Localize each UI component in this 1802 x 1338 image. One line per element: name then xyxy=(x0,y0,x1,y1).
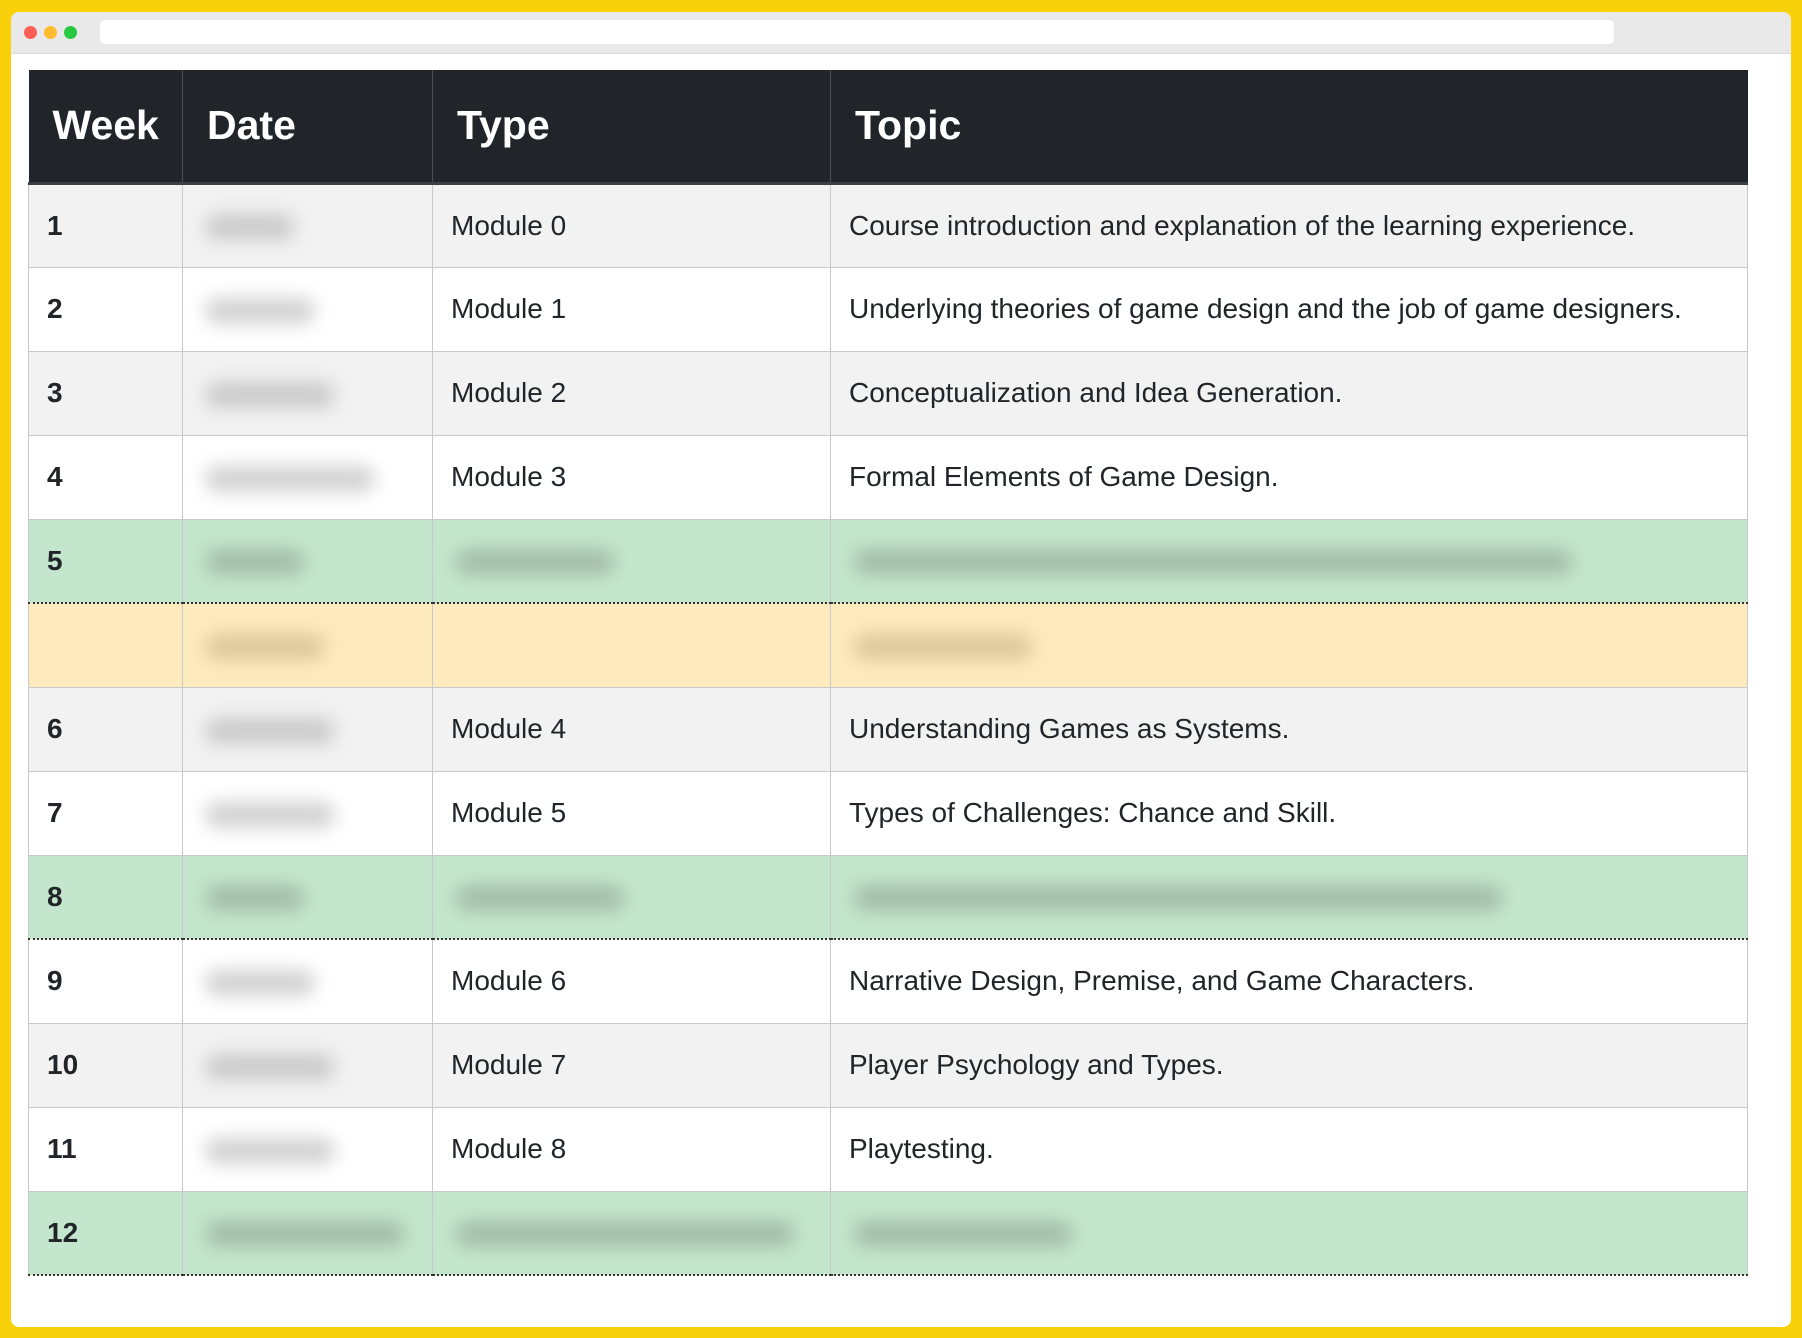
table-row: 11 Module 8 Playtesting. xyxy=(28,1106,1748,1192)
topic-cell: Formal Elements of Game Design. xyxy=(830,434,1748,520)
week-cell: 12 xyxy=(28,1190,183,1276)
date-cell-redacted xyxy=(182,434,433,520)
table-row-highlighted: 5 xyxy=(28,518,1748,604)
date-cell-redacted xyxy=(182,938,433,1024)
schedule-content: Week Date Type Topic 1 Module 0 Course i… xyxy=(28,70,1748,1276)
table-row: 7 Module 5 Types of Challenges: Chance a… xyxy=(28,770,1748,856)
topic-cell: Underlying theories of game design and t… xyxy=(830,266,1748,352)
table-body: 1 Module 0 Course introduction and expla… xyxy=(28,182,1748,1276)
table-row: 6 Module 4 Understanding Games as System… xyxy=(28,686,1748,772)
table-header: Week Date Type Topic xyxy=(28,70,1748,185)
header-topic: Topic xyxy=(830,70,1748,185)
close-window-button[interactable] xyxy=(24,26,37,39)
type-cell: Module 2 xyxy=(432,350,831,436)
week-cell: 7 xyxy=(28,770,183,856)
date-cell-redacted xyxy=(182,1190,433,1276)
table-row: 3 Module 2 Conceptualization and Idea Ge… xyxy=(28,350,1748,436)
table-row-highlighted: 12 xyxy=(28,1190,1748,1276)
type-cell: Module 5 xyxy=(432,770,831,856)
week-cell: 5 xyxy=(28,518,183,604)
date-cell-redacted xyxy=(182,854,433,940)
date-cell-redacted xyxy=(182,266,433,352)
topic-cell: Conceptualization and Idea Generation. xyxy=(830,350,1748,436)
header-date: Date xyxy=(182,70,433,185)
topic-cell: Playtesting. xyxy=(830,1106,1748,1192)
type-cell: Module 4 xyxy=(432,686,831,772)
type-cell: Module 0 xyxy=(432,182,831,268)
topic-cell-redacted xyxy=(830,518,1748,604)
type-cell-redacted xyxy=(432,518,831,604)
table-row: 9 Module 6 Narrative Design, Premise, an… xyxy=(28,938,1748,1024)
week-cell: 4 xyxy=(28,434,183,520)
week-cell: 10 xyxy=(28,1022,183,1108)
topic-cell: Narrative Design, Premise, and Game Char… xyxy=(830,938,1748,1024)
topic-cell: Course introduction and explanation of t… xyxy=(830,182,1748,268)
table-row-highlighted: 8 xyxy=(28,854,1748,940)
header-type: Type xyxy=(432,70,831,185)
date-cell-redacted xyxy=(182,518,433,604)
week-cell: 2 xyxy=(28,266,183,352)
week-cell: 11 xyxy=(28,1106,183,1192)
date-cell-redacted xyxy=(182,686,433,772)
type-cell: Module 1 xyxy=(432,266,831,352)
zoom-window-button[interactable] xyxy=(64,26,77,39)
type-cell: Module 3 xyxy=(432,434,831,520)
date-cell-redacted xyxy=(182,1106,433,1192)
header-week: Week xyxy=(28,70,183,185)
address-bar[interactable] xyxy=(100,20,1614,44)
week-cell: 6 xyxy=(28,686,183,772)
topic-cell: Player Psychology and Types. xyxy=(830,1022,1748,1108)
date-cell-redacted xyxy=(182,350,433,436)
type-cell-redacted xyxy=(432,854,831,940)
table-row: 1 Module 0 Course introduction and expla… xyxy=(28,182,1748,268)
topic-cell: Types of Challenges: Chance and Skill. xyxy=(830,770,1748,856)
date-cell-redacted xyxy=(182,1022,433,1108)
minimize-window-button[interactable] xyxy=(44,26,57,39)
week-cell: 8 xyxy=(28,854,183,940)
type-cell: Module 8 xyxy=(432,1106,831,1192)
week-cell xyxy=(28,602,183,688)
browser-window: Week Date Type Topic 1 Module 0 Course i… xyxy=(11,12,1791,1327)
type-cell-redacted xyxy=(432,1190,831,1276)
date-cell-redacted xyxy=(182,182,433,268)
topic-cell: Understanding Games as Systems. xyxy=(830,686,1748,772)
date-cell-redacted xyxy=(182,770,433,856)
type-cell: Module 6 xyxy=(432,938,831,1024)
course-schedule-table: Week Date Type Topic 1 Module 0 Course i… xyxy=(28,70,1748,1276)
topic-cell-redacted xyxy=(830,1190,1748,1276)
week-cell: 9 xyxy=(28,938,183,1024)
topic-cell-redacted xyxy=(830,854,1748,940)
table-row: 10 Module 7 Player Psychology and Types. xyxy=(28,1022,1748,1108)
date-cell-redacted xyxy=(182,602,433,688)
week-cell: 1 xyxy=(28,182,183,268)
topic-cell-redacted xyxy=(830,602,1748,688)
type-cell xyxy=(432,602,831,688)
week-cell: 3 xyxy=(28,350,183,436)
table-row: 2 Module 1 Underlying theories of game d… xyxy=(28,266,1748,352)
title-bar xyxy=(11,12,1791,54)
table-row: 4 Module 3 Formal Elements of Game Desig… xyxy=(28,434,1748,520)
type-cell: Module 7 xyxy=(432,1022,831,1108)
table-row-break xyxy=(28,602,1748,688)
